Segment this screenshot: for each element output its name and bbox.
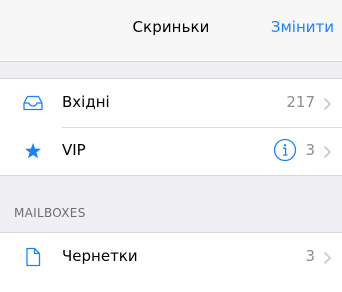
- mailbox-row-inbox[interactable]: Вхідні 217: [0, 79, 342, 127]
- mailboxes-group: Чернетки 3: [0, 232, 342, 292]
- document-icon: [22, 246, 44, 268]
- favorites-group: Вхідні 217 VIP 3: [0, 78, 342, 176]
- section-header-mailboxes: MAILBOXES: [14, 206, 86, 220]
- unread-count: 3: [305, 141, 315, 159]
- mailbox-row-drafts[interactable]: Чернетки 3: [0, 233, 342, 281]
- mailbox-label: VIP: [62, 141, 86, 159]
- mailbox-label: Чернетки: [62, 247, 138, 265]
- unread-count: 217: [286, 93, 315, 111]
- info-icon[interactable]: [273, 138, 297, 162]
- unread-count: 3: [305, 247, 315, 265]
- chevron-right-icon: [323, 144, 332, 159]
- chevron-right-icon: [323, 250, 332, 265]
- navigation-bar: Скриньки Змінити: [0, 0, 342, 62]
- chevron-right-icon: [323, 96, 332, 111]
- inbox-tray-icon: [22, 92, 44, 114]
- star-icon: [22, 140, 44, 162]
- mailbox-label: Вхідні: [62, 93, 110, 111]
- edit-button[interactable]: Змінити: [271, 18, 334, 36]
- mailbox-row-vip[interactable]: VIP 3: [0, 127, 342, 175]
